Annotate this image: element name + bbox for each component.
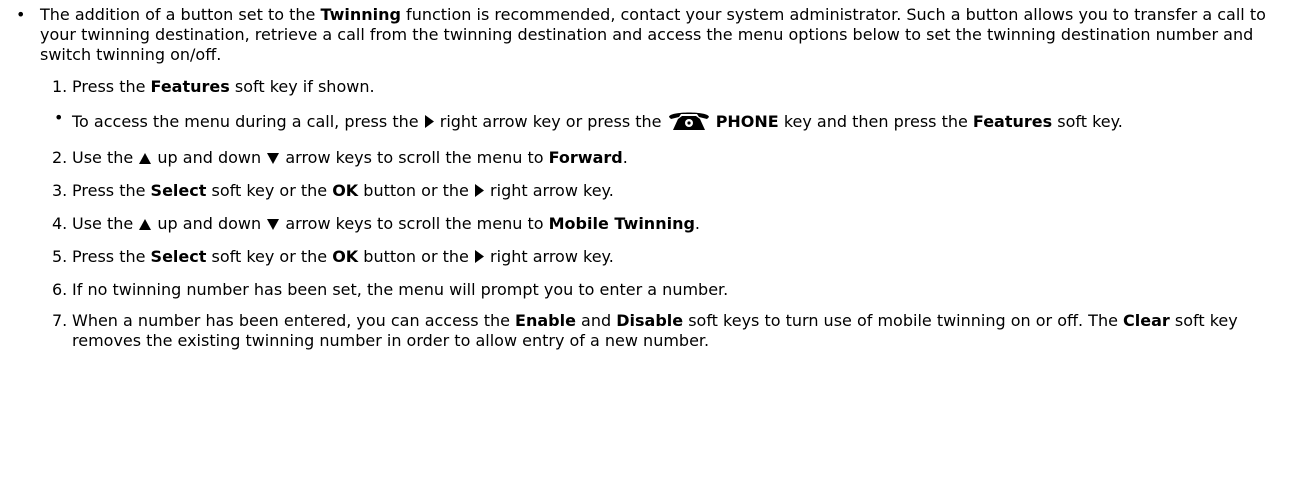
step-number: 6. [52, 280, 68, 299]
step-number: 5. [52, 247, 68, 266]
step-2: 2. Use the up and down arrow keys to scro… [8, 148, 1270, 170]
step-text: right arrow key. [484, 181, 614, 200]
sub-text: right arrow key or press the [434, 112, 667, 131]
step-text: right arrow key. [484, 247, 614, 266]
intro-text-before: The addition of a button set to the [40, 5, 321, 24]
sub-text: To access the menu during a call, press … [72, 112, 424, 131]
step-text: Use the [72, 214, 139, 233]
step-text: button or the [358, 181, 474, 200]
intro-bold-twinning: Twinning [320, 5, 401, 24]
step-number: 1. [52, 77, 68, 96]
step-text: up and down [152, 148, 267, 167]
step-6: 6. If no twinning number has been set, th… [8, 280, 1270, 300]
step-1: 1. Press the Features soft key if shown. [8, 77, 1270, 97]
step-5: 5. Press the Select soft key or the OK bu… [8, 247, 1270, 269]
step-7: 7. When a number has been entered, you ca… [8, 311, 1270, 351]
step-text: Press the [72, 77, 151, 96]
step-text: button or the [358, 247, 474, 266]
step-text: Press the [72, 181, 151, 200]
bullet-icon: • [54, 108, 64, 127]
step-bold-features: Features [150, 77, 230, 96]
up-arrow-key-icon [138, 216, 152, 236]
step-text: and [575, 311, 617, 330]
right-arrow-key-icon [474, 249, 485, 269]
step-text: If no twinning number has been set, the … [72, 280, 729, 299]
step-text: Press the [72, 247, 151, 266]
step-text: soft key if shown. [229, 77, 375, 96]
step-bold-disable: Disable [616, 311, 684, 330]
step-text: soft key or the [206, 181, 333, 200]
down-arrow-key-icon [266, 216, 280, 236]
up-arrow-key-icon [138, 150, 152, 170]
step-text: arrow keys to scroll the menu to [280, 214, 549, 233]
step-3: 3. Press the Select soft key or the OK bu… [8, 181, 1270, 203]
right-arrow-key-icon [424, 114, 435, 134]
step-text: arrow keys to scroll the menu to [280, 148, 549, 167]
bullet-icon: • [16, 5, 26, 24]
step-bold-clear: Clear [1123, 311, 1170, 330]
step-text: soft key or the [206, 247, 333, 266]
step-4: 4. Use the up and down arrow keys to scro… [8, 214, 1270, 236]
sub-bold-phone: PHONE [715, 112, 779, 131]
step-bold-enable: Enable [515, 311, 576, 330]
sub-text: soft key. [1052, 112, 1123, 131]
step-number: 4. [52, 214, 68, 233]
sub-bullet-during-call: • To access the menu during a call, press… [8, 108, 1270, 137]
step-text: When a number has been entered, you can … [72, 311, 516, 330]
document-page: • The addition of a button set to the Twi… [0, 0, 1310, 504]
step-bold-select: Select [150, 181, 207, 200]
step-text: Use the [72, 148, 139, 167]
sub-text: key and then press the [778, 112, 973, 131]
sub-bold-features: Features [972, 112, 1053, 131]
phone-key-icon [667, 108, 711, 137]
step-number: 3. [52, 181, 68, 200]
step-bold-ok: OK [332, 247, 359, 266]
step-text: soft keys to turn use of mobile twinning… [683, 311, 1124, 330]
step-text: . [694, 214, 701, 233]
intro-paragraph: • The addition of a button set to the Twi… [8, 5, 1270, 65]
step-bold-mobile-twinning: Mobile Twinning [548, 214, 695, 233]
step-number: 2. [52, 148, 68, 167]
step-text: . [622, 148, 628, 167]
step-text: up and down [152, 214, 267, 233]
step-bold-forward: Forward [548, 148, 623, 167]
step-number: 7. [52, 311, 68, 330]
down-arrow-key-icon [266, 150, 280, 170]
step-bold-select: Select [150, 247, 207, 266]
step-bold-ok: OK [332, 181, 359, 200]
right-arrow-key-icon [474, 183, 485, 203]
